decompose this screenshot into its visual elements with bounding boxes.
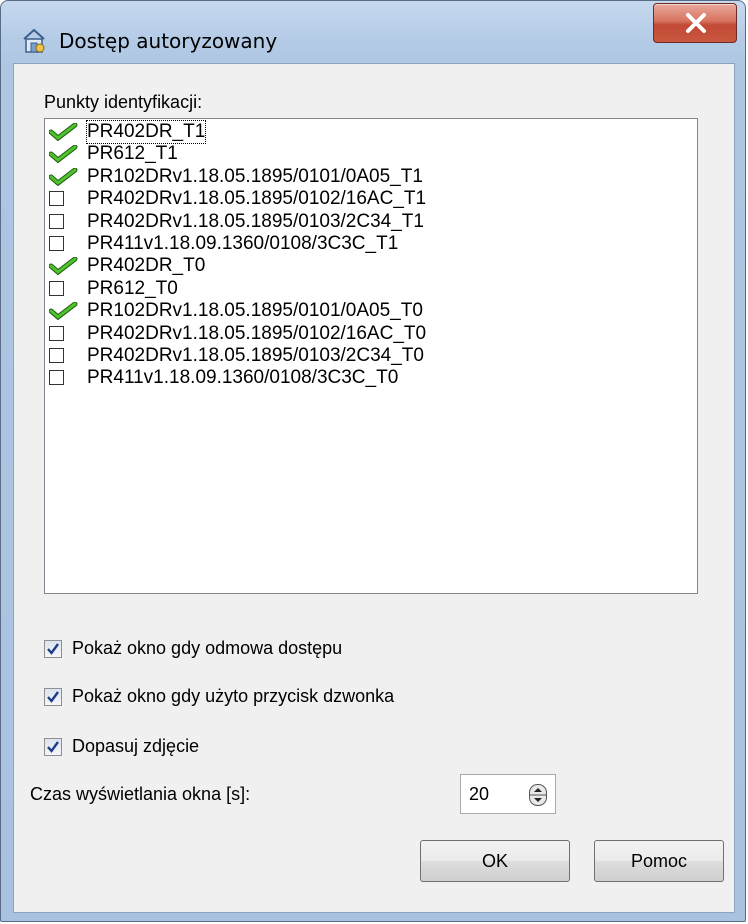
green-check-icon[interactable]	[48, 167, 78, 187]
checkmark-icon	[47, 691, 59, 703]
list-item-label: PR411v1.18.09.1360/0108/3C3C_T0	[87, 367, 399, 389]
green-check-icon[interactable]	[48, 122, 78, 142]
list-item-label: PR402DRv1.18.05.1895/0103/2C34_T0	[87, 345, 424, 366]
identification-label: Punkty identyfikacji:	[44, 92, 203, 112]
fit-photo-checkbox[interactable]	[44, 738, 62, 756]
list-item-label: PR402DRv1.18.05.1895/0103/2C34_T1	[87, 210, 424, 232]
list-item-label: PR612_T1	[87, 143, 178, 165]
green-check-icon[interactable]	[48, 256, 78, 276]
list-item-label: PR402DR_T0	[87, 255, 206, 277]
fit-photo-label: Dopasuj zdjęcie	[72, 736, 200, 756]
display-time-spinner[interactable]: 20	[460, 774, 556, 814]
item-checkbox[interactable]	[49, 191, 64, 207]
list-item-label: PR402DRv1.18.05.1895/0102/16AC_T1	[87, 188, 427, 210]
item-checkbox[interactable]	[49, 348, 64, 363]
list-item-label: PR102DRv1.18.05.1895/0101/0A05_T0	[87, 300, 423, 322]
item-checkbox[interactable]	[49, 236, 64, 251]
list-item-label: PR402DRv1.18.05.1895/0102/16AC_T0	[87, 322, 427, 344]
title-bar[interactable]: Dostęp autoryzowany	[1, 1, 747, 63]
item-checkbox[interactable]	[49, 213, 64, 229]
dialog-body: Punkty identyfikacji: PR402DR_T1 PR612_T1…	[13, 63, 735, 913]
item-checkbox[interactable]	[49, 370, 64, 386]
help-button[interactable]: Pomoc	[594, 840, 724, 882]
list-item-label: PR411v1.18.09.1360/0108/3C3C_T1	[87, 233, 399, 254]
close-icon	[686, 13, 706, 33]
show-on-bell-label: Pokaż okno gdy użyto przycisk dzwonka	[72, 686, 395, 706]
checkmark-icon	[47, 741, 59, 753]
list-item-label: PR102DRv1.18.05.1895/0101/0A05_T1	[87, 165, 423, 187]
spin-updown-icon[interactable]	[529, 784, 547, 806]
show-on-denied-label: Pokaż okno gdy odmowa dostępu	[72, 638, 343, 658]
identification-list[interactable]: PR402DR_T1 PR612_T1 PR102DRv1.18.05.1895/0…	[44, 118, 698, 594]
display-time-value[interactable]: 20	[469, 784, 489, 805]
item-checkbox[interactable]	[49, 325, 64, 341]
dialog-window: Dostęp autoryzowany Punkty identyfikacji…	[0, 0, 746, 922]
list-item-label: PR402DR_T1	[85, 120, 207, 144]
show-on-bell-checkbox[interactable]	[44, 688, 62, 706]
green-check-icon[interactable]	[48, 144, 78, 164]
checkmark-icon	[47, 643, 59, 655]
window-title: Dostęp autoryzowany	[59, 29, 278, 53]
ok-button[interactable]: OK	[420, 840, 570, 882]
item-checkbox[interactable]	[49, 280, 64, 296]
close-button[interactable]	[653, 3, 737, 43]
show-on-denied-checkbox[interactable]	[44, 640, 62, 658]
display-time-label: Czas wyświetlania okna [s]:	[30, 784, 251, 804]
list-item-label: PR612_T0	[87, 277, 178, 299]
access-control-icon	[21, 27, 47, 55]
green-check-icon[interactable]	[48, 301, 78, 321]
